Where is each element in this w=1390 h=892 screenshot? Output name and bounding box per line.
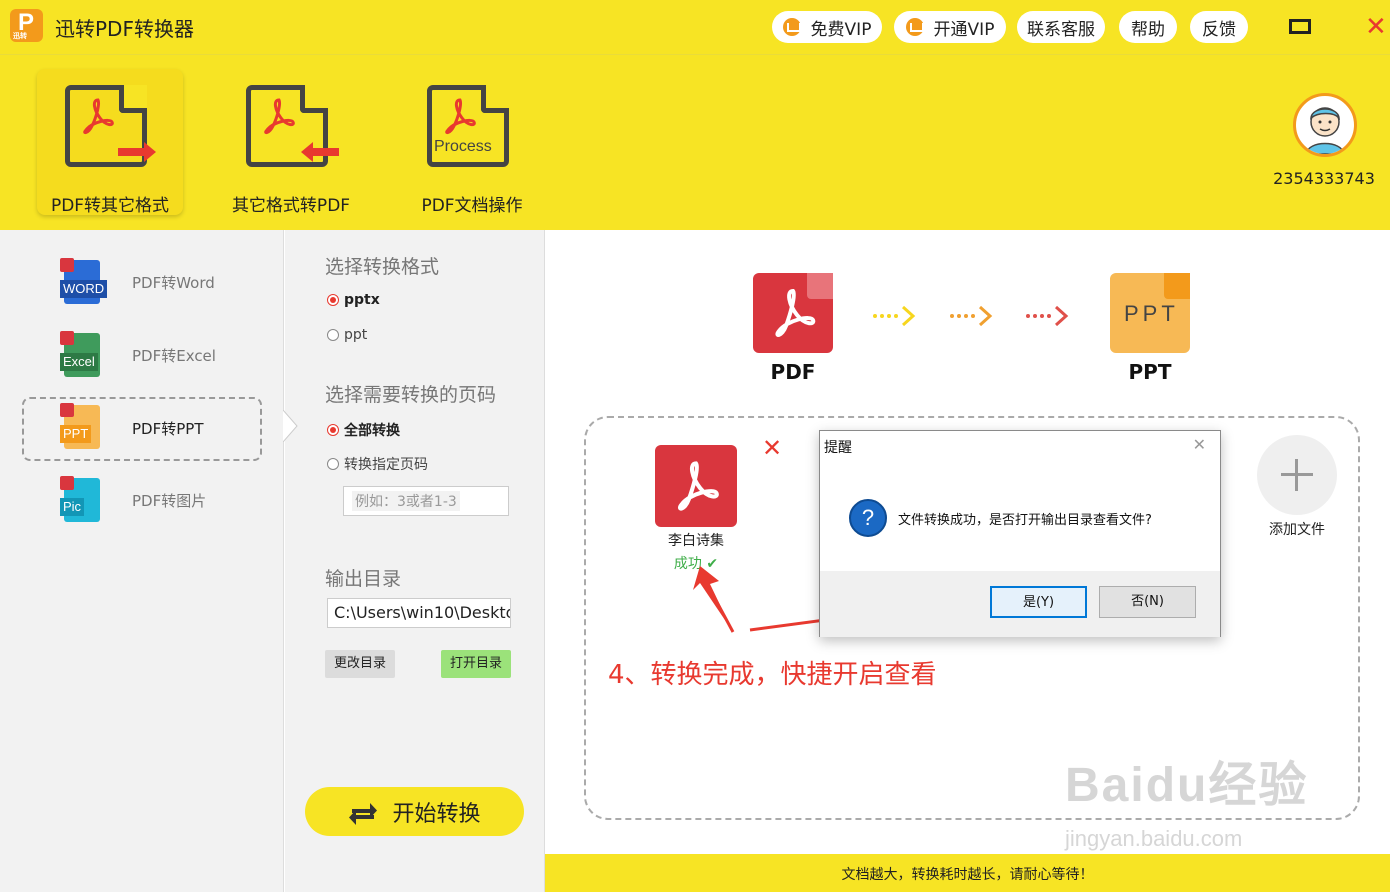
yes-button[interactable]: 是(Y) xyxy=(990,586,1087,618)
app-logo: P 迅转 xyxy=(10,9,43,42)
confirm-dialog: 提醒 ✕ ? 文件转换成功，是否打开输出目录查看文件? 是(Y) 否(N) xyxy=(819,430,1221,637)
tutorial-annotation: 4、转换完成，快捷开启查看 xyxy=(608,660,937,690)
dialog-button-bar: 是(Y) 否(N) xyxy=(820,571,1220,637)
dotted-arrow-icon xyxy=(873,305,916,327)
radio-pptx[interactable]: pptx xyxy=(327,292,380,308)
radio-dot-icon xyxy=(327,424,339,436)
image-icon: Pic xyxy=(60,476,104,524)
output-heading: 输出目录 xyxy=(325,568,402,590)
output-path-field[interactable]: C:\Users\win10\Desktop xyxy=(327,598,511,628)
radio-specific-pages[interactable]: 转换指定页码 xyxy=(327,454,428,474)
crown-icon xyxy=(782,18,801,36)
dialog-message: 文件转换成功，是否打开输出目录查看文件? xyxy=(898,513,1152,528)
tool-pdf-operations[interactable]: Process PDF文档操作 xyxy=(399,69,545,216)
tool-other-to-pdf[interactable]: 其它格式转PDF xyxy=(218,69,364,216)
open-dir-button[interactable]: 打开目录 xyxy=(441,650,511,678)
sidebar-item-pdf-to-excel[interactable]: Excel PDF转Excel xyxy=(22,325,262,389)
sidebar-item-pdf-to-image[interactable]: Pic PDF转图片 xyxy=(22,470,262,534)
ppt-icon: PPT xyxy=(60,403,104,451)
radio-dot-icon xyxy=(327,458,339,470)
target-format-label: PPT xyxy=(1128,360,1172,384)
maximize-icon[interactable] xyxy=(1289,19,1311,34)
title-bar: P 迅转 迅转PDF转换器 免费VIP 开通VIP 联系客服 帮助 反馈 ✕ xyxy=(0,0,1390,54)
status-footer: 文档越大，转换耗时越长，请耐心等待！ xyxy=(545,854,1390,892)
add-file-icon[interactable] xyxy=(1257,435,1337,515)
crown-icon xyxy=(905,18,924,36)
check-icon: ✔ xyxy=(706,556,719,572)
app-title: 迅转PDF转换器 xyxy=(55,17,194,41)
excel-icon: Excel xyxy=(60,331,104,379)
pdf-file-thumbnail[interactable] xyxy=(655,445,737,527)
no-button[interactable]: 否(N) xyxy=(1099,586,1196,618)
start-convert-button[interactable]: 开始转换 xyxy=(305,787,524,836)
radio-all-pages[interactable]: 全部转换 xyxy=(327,420,400,440)
close-icon[interactable]: ✕ xyxy=(1365,12,1387,42)
user-avatar[interactable] xyxy=(1293,93,1357,157)
sync-icon xyxy=(349,802,378,825)
pdf-import-icon xyxy=(246,85,339,167)
dotted-arrow-icon xyxy=(1026,305,1069,327)
open-vip-button[interactable]: 开通VIP xyxy=(894,11,1006,43)
contact-support-button[interactable]: 联系客服 xyxy=(1017,11,1105,43)
tool-label: PDF转其它格式 xyxy=(50,196,170,216)
pages-heading: 选择需要转换的页码 xyxy=(325,384,497,406)
dotted-arrow-icon xyxy=(950,305,993,327)
file-name: 李白诗集 xyxy=(668,533,724,549)
page-range-input[interactable]: 例如：3或者1-3 xyxy=(343,486,509,516)
remove-file-icon[interactable]: ✕ xyxy=(762,434,782,462)
ppt-file-icon: PPT xyxy=(1110,273,1190,353)
watermark-url: jingyan.baidu.com xyxy=(1065,826,1243,851)
sidebar-item-pdf-to-ppt[interactable]: PPT PDF转PPT xyxy=(22,397,262,461)
free-vip-button[interactable]: 免费VIP xyxy=(772,11,882,43)
dialog-title: 提醒 xyxy=(824,440,852,456)
radio-dot-icon xyxy=(327,294,339,306)
format-sidebar: WORD PDF转Word Excel PDF转Excel PPT PDF转PP… xyxy=(0,230,284,892)
app-window: P 迅转 迅转PDF转换器 免费VIP 开通VIP 联系客服 帮助 反馈 ✕ P… xyxy=(0,0,1390,892)
tool-label: PDF文档操作 xyxy=(421,196,523,216)
tool-label: 其它格式转PDF xyxy=(231,196,351,216)
add-file-label: 添加文件 xyxy=(1269,522,1325,538)
help-button[interactable]: 帮助 xyxy=(1119,11,1177,43)
format-heading: 选择转换格式 xyxy=(325,256,440,278)
sidebar-item-pdf-to-word[interactable]: WORD PDF转Word xyxy=(22,252,262,316)
sidebar-item-label: PDF转PPT xyxy=(132,420,204,438)
sidebar-item-label: PDF转Excel xyxy=(132,347,216,365)
word-icon: WORD xyxy=(60,258,108,306)
close-icon[interactable]: ✕ xyxy=(1193,435,1206,454)
sidebar-item-label: PDF转图片 xyxy=(132,492,207,510)
file-status: 成功 ✔ xyxy=(673,556,719,572)
main-toolbar: PDF转其它格式 其它格式转PDF Process PDF文档操作 235433… xyxy=(0,54,1390,230)
watermark: Baidu经验 xyxy=(1065,759,1309,812)
pdf-export-icon xyxy=(65,85,156,167)
change-dir-button[interactable]: 更改目录 xyxy=(325,650,395,678)
radio-ppt[interactable]: ppt xyxy=(327,327,367,343)
source-format-label: PDF xyxy=(770,360,816,384)
question-icon: ? xyxy=(849,499,887,537)
pdf-file-icon xyxy=(753,273,833,353)
user-id: 2354333743 xyxy=(1273,169,1375,188)
radio-dot-icon xyxy=(327,329,339,341)
pointer-icon xyxy=(283,410,298,442)
sidebar-item-label: PDF转Word xyxy=(132,274,215,292)
options-panel: 选择转换格式 pptx ppt 选择需要转换的页码 全部转换 转换指定页码 例如… xyxy=(283,230,545,892)
feedback-button[interactable]: 反馈 xyxy=(1190,11,1248,43)
tool-pdf-to-other[interactable]: PDF转其它格式 xyxy=(37,69,183,216)
pdf-process-icon: Process xyxy=(427,85,509,167)
